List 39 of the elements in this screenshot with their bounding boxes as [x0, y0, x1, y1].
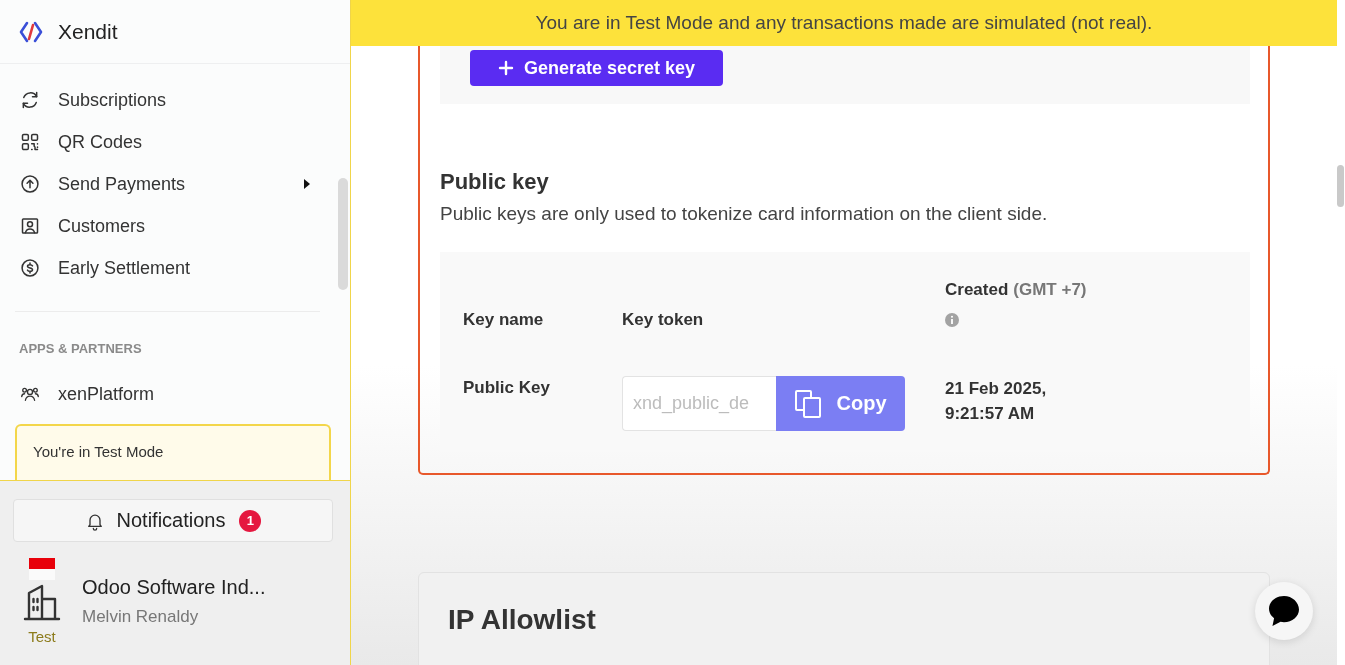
chat-bubble-icon: [1269, 596, 1299, 626]
table-cell-text: Public Key: [463, 377, 551, 399]
scrollbar-thumb[interactable]: [338, 178, 348, 290]
logo-icon: [19, 19, 43, 44]
nav-item[interactable]: xenPlatform: [0, 373, 350, 415]
test-mode-notice: You're in Test Mode: [15, 424, 331, 480]
column-header: Key name: [463, 309, 544, 331]
qr-code-icon: [20, 132, 40, 152]
nav-item[interactable]: Subscriptions: [0, 79, 350, 121]
dollar-coin-icon: [20, 258, 40, 278]
mode-label: Test: [28, 628, 56, 646]
generate-secret-key-button[interactable]: Generate secret key: [470, 50, 723, 86]
refresh-icon: [20, 90, 40, 110]
nav-item[interactable]: Customers: [0, 205, 350, 247]
section-title: IP Allowlist: [448, 604, 597, 636]
section-title: Public key: [440, 170, 550, 194]
notification-count: 1: [239, 509, 262, 532]
plus-icon: [497, 60, 514, 76]
chat-button[interactable]: [1255, 582, 1313, 640]
copy-icon: [794, 389, 821, 418]
arrow-up-circle-icon: [20, 174, 40, 194]
nav-item[interactable]: QR Codes: [0, 121, 350, 163]
notifications-button[interactable]: Notifications 1: [13, 499, 333, 542]
brand-name: Xendit: [58, 19, 118, 44]
column-header: Key token: [622, 309, 704, 331]
scrollbar-thumb[interactable]: [1337, 165, 1344, 207]
column-header: Created: [945, 279, 1009, 301]
section-description: Public keys are only used to tokenize card information on the client side.: [440, 202, 1049, 226]
timezone-note: (GMT +7): [1013, 279, 1087, 301]
section-label: APPS & PARTNERS: [18, 341, 143, 357]
user-name: Melvin Renaldy: [82, 607, 200, 627]
nav-item[interactable]: Early Settlement: [0, 247, 350, 289]
table-cell-text: 21 Feb 2025, 9:21:57 AM: [945, 378, 1048, 425]
nav-item[interactable]: Send Payments: [0, 163, 350, 205]
flag-icon: [29, 558, 55, 580]
company-name: Odoo Software Ind...: [82, 575, 266, 599]
test-mode-banner: You are in Test Mode and any transactions made are simulated (not real).: [351, 0, 1337, 46]
contact-card-icon: [20, 216, 40, 236]
building-icon: [22, 582, 62, 622]
